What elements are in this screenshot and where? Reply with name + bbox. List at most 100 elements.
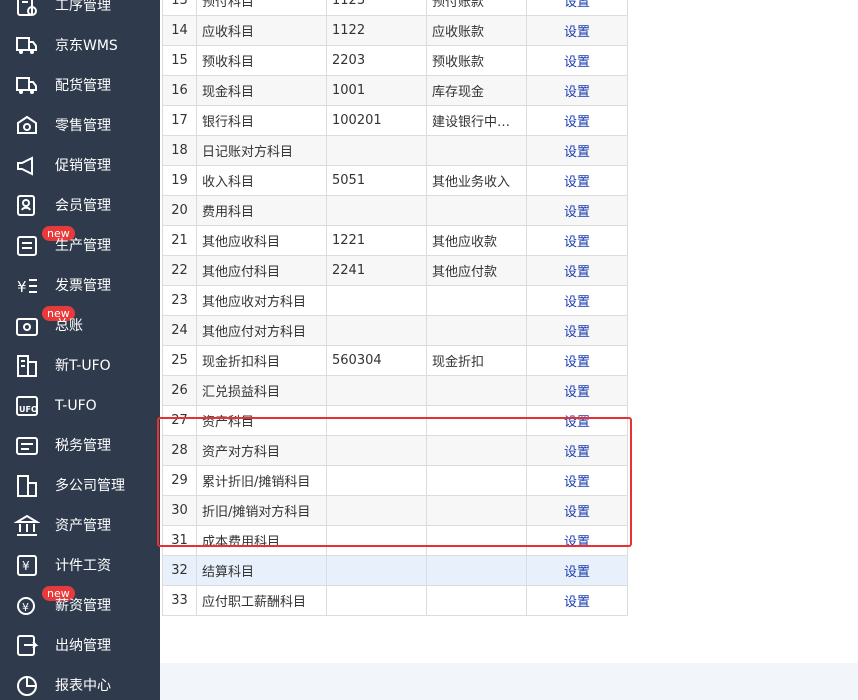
set-link[interactable]: 设置	[526, 525, 628, 556]
sidebar-item[interactable]: 促销管理	[0, 146, 160, 186]
sidebar-item[interactable]: 配货管理	[0, 66, 160, 106]
table-row: 30 折旧/摊销对方科目 设置	[162, 495, 628, 526]
sidebar-item[interactable]: UFO T-UFO	[0, 386, 160, 426]
subject-code-cell: 1001	[326, 75, 427, 106]
set-link[interactable]: 设置	[526, 165, 628, 196]
member-icon	[14, 193, 40, 219]
invoice-icon: ¥	[14, 273, 40, 299]
subject-name-cell: 收入科目	[196, 165, 327, 196]
sidebar-item-label: 总账	[55, 318, 83, 334]
cashier-icon	[14, 633, 40, 659]
row-number-cell: 29	[162, 465, 197, 496]
sidebar-item[interactable]: new 总账	[0, 306, 160, 346]
table-row: 13 预付科目 1123 预付账款 设置	[162, 0, 628, 16]
sidebar-item[interactable]: 工序管理	[0, 0, 160, 26]
table-row: 25 现金折扣科目 560304 现金折扣 设置	[162, 345, 628, 376]
tax-icon	[14, 433, 40, 459]
subject-code-cell	[326, 435, 427, 466]
sidebar-item-label: 多公司管理	[55, 478, 125, 494]
subject-code-cell	[326, 135, 427, 166]
set-link[interactable]: 设置	[526, 405, 628, 436]
row-number-cell: 17	[162, 105, 197, 136]
row-number-cell: 20	[162, 195, 197, 226]
set-link[interactable]: 设置	[526, 135, 628, 166]
subject-code-cell: 560304	[326, 345, 427, 376]
set-link[interactable]: 设置	[526, 465, 628, 496]
set-link[interactable]: 设置	[526, 495, 628, 526]
table-row: 28 资产对方科目 设置	[162, 435, 628, 466]
ledger-icon: new	[14, 306, 75, 339]
subject-name-cell: 预付科目	[196, 0, 327, 16]
table-row: 18 日记账对方科目 设置	[162, 135, 628, 166]
set-link[interactable]: 设置	[526, 375, 628, 406]
row-number-cell: 21	[162, 225, 197, 256]
sidebar-item[interactable]: 多公司管理	[0, 466, 160, 506]
sidebar-item[interactable]: 会员管理	[0, 186, 160, 226]
set-link[interactable]: 设置	[526, 285, 628, 316]
table-row: 20 费用科目 设置	[162, 195, 628, 226]
set-link[interactable]: 设置	[526, 0, 628, 16]
row-number-cell: 23	[162, 285, 197, 316]
bank-icon	[14, 513, 40, 539]
sidebar-item[interactable]: new 生产管理	[0, 226, 160, 266]
sidebar-item-label: 京东WMS	[55, 38, 118, 54]
table-row: 26 汇兑损益科目 设置	[162, 375, 628, 406]
company-icon	[14, 473, 40, 499]
set-link[interactable]: 设置	[526, 45, 628, 76]
set-link[interactable]: 设置	[526, 225, 628, 256]
svg-text:¥: ¥	[17, 278, 27, 296]
subject-desc-cell	[426, 465, 527, 496]
sidebar-item[interactable]: ¥ 发票管理	[0, 266, 160, 306]
sidebar-item[interactable]: 京东WMS	[0, 26, 160, 66]
subject-desc-cell	[426, 525, 527, 556]
ufo-icon: UFO	[14, 393, 40, 419]
sidebar-item-label: 零售管理	[55, 118, 111, 134]
subject-desc-cell	[426, 315, 527, 346]
sidebar-item[interactable]: 新T-UFO	[0, 346, 160, 386]
table-row: 31 成本费用科目 设置	[162, 525, 628, 556]
sidebar-item-label: 生产管理	[55, 238, 111, 254]
subject-code-cell	[326, 285, 427, 316]
sidebar-item[interactable]: ¥ 计件工资	[0, 546, 160, 586]
row-number-cell: 28	[162, 435, 197, 466]
subject-name-cell: 累计折旧/摊销科目	[196, 465, 327, 496]
set-link[interactable]: 设置	[526, 75, 628, 106]
sidebar-item[interactable]: 出纳管理	[0, 626, 160, 666]
table-row: 21 其他应收科目 1221 其他应收款 设置	[162, 225, 628, 256]
sidebar-item[interactable]: 税务管理	[0, 426, 160, 466]
table-row: 14 应收科目 1122 应收账款 设置	[162, 15, 628, 46]
sidebar-item-label: 税务管理	[55, 438, 111, 454]
set-link[interactable]: 设置	[526, 15, 628, 46]
subject-name-cell: 其他应收科目	[196, 225, 327, 256]
table-row: 22 其他应付科目 2241 其他应付款 设置	[162, 255, 628, 286]
table-row: 33 应付职工薪酬科目 设置	[162, 585, 628, 616]
set-link[interactable]: 设置	[526, 105, 628, 136]
truck-icon	[14, 33, 40, 59]
sidebar-item-label: 资产管理	[55, 518, 111, 534]
sidebar-item[interactable]: 报表中心	[0, 666, 160, 700]
set-link[interactable]: 设置	[526, 195, 628, 226]
set-link[interactable]: 设置	[526, 435, 628, 466]
subject-desc-cell	[426, 405, 527, 436]
subject-code-cell: 1122	[326, 15, 427, 46]
set-link[interactable]: 设置	[526, 255, 628, 286]
sidebar-item[interactable]: 资产管理	[0, 506, 160, 546]
set-link[interactable]: 设置	[526, 315, 628, 346]
subject-desc-cell	[426, 135, 527, 166]
row-number-cell: 14	[162, 15, 197, 46]
salary-icon: ¥ new	[14, 586, 75, 619]
sidebar-item-label: T-UFO	[55, 398, 97, 414]
set-link[interactable]: 设置	[526, 585, 628, 616]
sidebar-item-label: 配货管理	[55, 78, 111, 94]
subject-name-cell: 资产科目	[196, 405, 327, 436]
subject-name-cell: 应收科目	[196, 15, 327, 46]
sidebar-item[interactable]: ¥ new 薪资管理	[0, 586, 160, 626]
sidebar-item[interactable]: 零售管理	[0, 106, 160, 146]
subject-desc-cell	[426, 435, 527, 466]
subject-name-cell: 其他应收对方科目	[196, 285, 327, 316]
subject-code-cell: 5051	[326, 165, 427, 196]
set-link[interactable]: 设置	[526, 555, 628, 586]
set-link[interactable]: 设置	[526, 345, 628, 376]
row-number-cell: 24	[162, 315, 197, 346]
subject-desc-cell: 现金折扣	[426, 345, 527, 376]
